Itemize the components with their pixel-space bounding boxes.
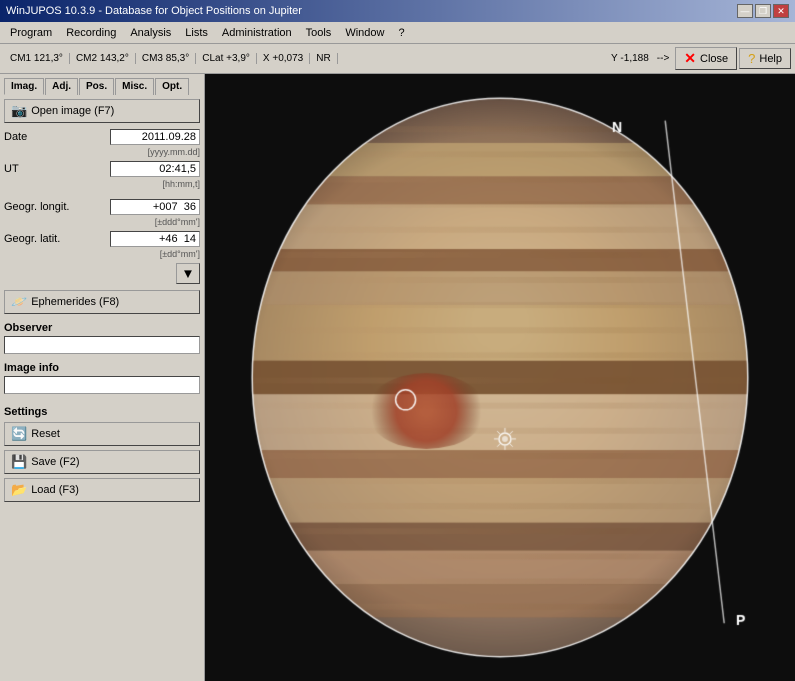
save-icon: 💾 — [11, 454, 27, 470]
planet-icon: 🪐 — [11, 294, 27, 310]
tab-pos[interactable]: Pos. — [79, 78, 114, 95]
longit-row: Geogr. longit. — [4, 199, 200, 215]
close-button[interactable]: ✕ Close — [675, 47, 737, 70]
latit-label: Geogr. latit. — [4, 233, 60, 245]
help-icon: ? — [748, 51, 755, 66]
reset-button[interactable]: 🔄 Reset — [4, 422, 200, 446]
toolbar: CM1 121,3° CM2 143,2° CM3 85,3° CLat +3,… — [0, 44, 795, 74]
tab-misc[interactable]: Misc. — [115, 78, 154, 95]
menu-recording[interactable]: Recording — [60, 25, 122, 41]
latit-row: Geogr. latit. — [4, 231, 200, 247]
restore-button[interactable]: ❐ — [755, 4, 771, 18]
date-input[interactable] — [110, 129, 200, 145]
settings-label: Settings — [4, 406, 200, 418]
image-info-input[interactable] — [4, 376, 200, 394]
cm1-label: CM1 121,3° — [4, 53, 70, 64]
date-label: Date — [4, 131, 27, 143]
jupiter-canvas — [205, 74, 795, 681]
observer-input[interactable] — [4, 336, 200, 354]
load-button[interactable]: 📂 Load (F3) — [4, 478, 200, 502]
menu-bar: Program Recording Analysis Lists Adminis… — [0, 22, 795, 44]
help-button[interactable]: ? Help — [739, 48, 791, 69]
latit-hint: [±dd°mm'] — [4, 249, 200, 259]
left-panel: Imag. Adj. Pos. Misc. Opt. 📷 Open image … — [0, 74, 205, 681]
cm3-label: CM3 85,3° — [136, 53, 196, 64]
ut-input[interactable] — [110, 161, 200, 177]
ut-label: UT — [4, 163, 19, 175]
nr-label: NR — [310, 53, 337, 64]
latit-input[interactable] — [110, 231, 200, 247]
menu-analysis[interactable]: Analysis — [124, 25, 177, 41]
menu-window[interactable]: Window — [339, 25, 390, 41]
reset-icon: 🔄 — [11, 426, 27, 442]
menu-administration[interactable]: Administration — [216, 25, 298, 41]
image-info-label: Image info — [4, 362, 200, 374]
save-button[interactable]: 💾 Save (F2) — [4, 450, 200, 474]
date-hint: [yyyy.mm.dd] — [4, 147, 200, 157]
ut-row: UT — [4, 161, 200, 177]
dropdown-button[interactable]: ▼ — [176, 263, 200, 284]
x-coord: X +0,073 — [257, 53, 310, 64]
main-area: Imag. Adj. Pos. Misc. Opt. 📷 Open image … — [0, 74, 795, 681]
longit-input[interactable] — [110, 199, 200, 215]
close-x-icon: ✕ — [684, 50, 696, 67]
observer-label: Observer — [4, 322, 200, 334]
camera-icon: 📷 — [11, 103, 27, 119]
settings-section: Settings 🔄 Reset 💾 Save (F2) 📂 Load (F3) — [4, 406, 200, 502]
load-icon: 📂 — [11, 482, 27, 498]
title-bar-controls: — ❐ ✕ — [737, 4, 789, 18]
window-title: WinJUPOS 10.3.9 - Database for Object Po… — [6, 5, 302, 17]
menu-program[interactable]: Program — [4, 25, 58, 41]
date-row: Date — [4, 129, 200, 145]
tab-imag[interactable]: Imag. — [4, 78, 44, 95]
ut-hint: [hh:mm,t] — [4, 179, 200, 189]
image-area[interactable]: N P — [205, 74, 795, 681]
arrow: --> — [653, 53, 674, 64]
longit-hint: [±ddd°mm'] — [4, 217, 200, 227]
y-coord: Y -1,188 — [607, 53, 653, 64]
title-bar: WinJUPOS 10.3.9 - Database for Object Po… — [0, 0, 795, 22]
menu-lists[interactable]: Lists — [179, 25, 214, 41]
menu-help[interactable]: ? — [392, 25, 410, 41]
close-window-button[interactable]: ✕ — [773, 4, 789, 18]
open-image-button[interactable]: 📷 Open image (F7) — [4, 99, 200, 123]
minimize-button[interactable]: — — [737, 4, 753, 18]
ephemerides-button[interactable]: 🪐 Ephemerides (F8) — [4, 290, 200, 314]
cm2-label: CM2 143,2° — [70, 53, 136, 64]
menu-tools[interactable]: Tools — [300, 25, 338, 41]
tab-adj[interactable]: Adj. — [45, 78, 78, 95]
tab-opt[interactable]: Opt. — [155, 78, 189, 95]
tab-bar: Imag. Adj. Pos. Misc. Opt. — [4, 78, 200, 95]
clat-label: CLat +3,9° — [196, 53, 257, 64]
longit-label: Geogr. longit. — [4, 201, 69, 213]
